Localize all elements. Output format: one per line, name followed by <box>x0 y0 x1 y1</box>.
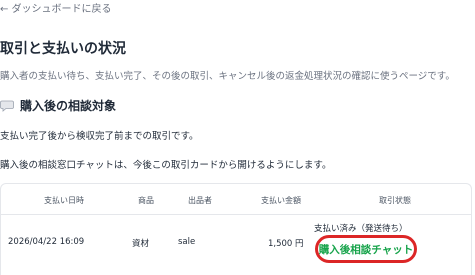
page-description: 購入者の支払い待ち、支払い完了、その後の取引、キャンセル後の返金処理状況の確認に… <box>0 71 455 82</box>
post-purchase-chat-button[interactable]: 購入後相談チャット <box>315 235 417 263</box>
column-header-payment-date: 支払い日時 <box>44 196 84 205</box>
back-to-dashboard-link[interactable]: ← ダッシュボードに戻る <box>0 0 112 15</box>
transactions-page: ← ダッシュボードに戻る 取引と支払いの状況 購入者の支払い待ち、支払い完了、そ… <box>0 0 475 275</box>
section-description-2: 購入後の相談窓口チャットは、今後この取引カードから開けるようにします。 <box>0 160 332 171</box>
section-heading-label: 購入後の相談対象 <box>20 99 117 113</box>
transactions-table: 支払い日時 商品 出品者 支払い金額 取引状態 2026/04/22 16:09… <box>0 183 472 275</box>
section-description-1: 支払い完了後から検収完了前までの取引です。 <box>0 131 199 142</box>
column-header-product: 商品 <box>138 196 154 205</box>
column-header-amount: 支払い金額 <box>261 196 301 205</box>
cell-amount: 1,500 円 <box>268 239 304 249</box>
section-heading: 購入後の相談対象 <box>0 97 116 114</box>
column-header-status: 取引状態 <box>379 196 411 205</box>
chat-bubble-icon <box>0 100 14 112</box>
cell-product: 資材 <box>132 239 150 249</box>
cell-seller: sale <box>178 237 196 247</box>
status-badge: 支払い済み（発送待ち） <box>314 224 408 234</box>
column-header-seller: 出品者 <box>188 196 212 205</box>
table-header-row: 支払い日時 商品 出品者 支払い金額 取引状態 <box>1 184 471 215</box>
page-title: 取引と支払いの状況 <box>0 41 126 57</box>
cell-payment-date: 2026/04/22 16:09 <box>8 237 85 247</box>
